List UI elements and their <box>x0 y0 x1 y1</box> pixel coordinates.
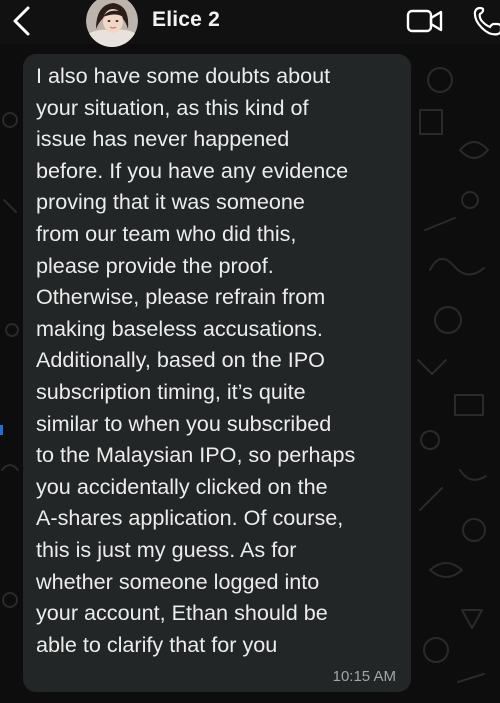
avatar-image <box>86 0 138 47</box>
contact-name[interactable]: Elice 2 <box>152 8 220 32</box>
phone-icon <box>473 6 500 36</box>
message-text: I also have some doubts about your situa… <box>36 63 356 657</box>
video-call-button[interactable] <box>404 6 444 36</box>
message-timestamp: 10:15 AM <box>332 668 396 685</box>
chevron-left-icon <box>13 6 30 36</box>
incoming-message-bubble[interactable]: I also have some doubts about your situa… <box>23 54 411 692</box>
video-camera-icon <box>406 9 443 33</box>
chat-header: Elice 2 <box>0 0 500 47</box>
edge-marker <box>0 425 3 435</box>
back-button[interactable] <box>6 2 40 40</box>
contact-avatar[interactable] <box>86 0 138 47</box>
voice-call-button[interactable] <box>466 4 500 38</box>
chat-screen: Elice 2 I also have some doubts about yo… <box>0 0 500 703</box>
